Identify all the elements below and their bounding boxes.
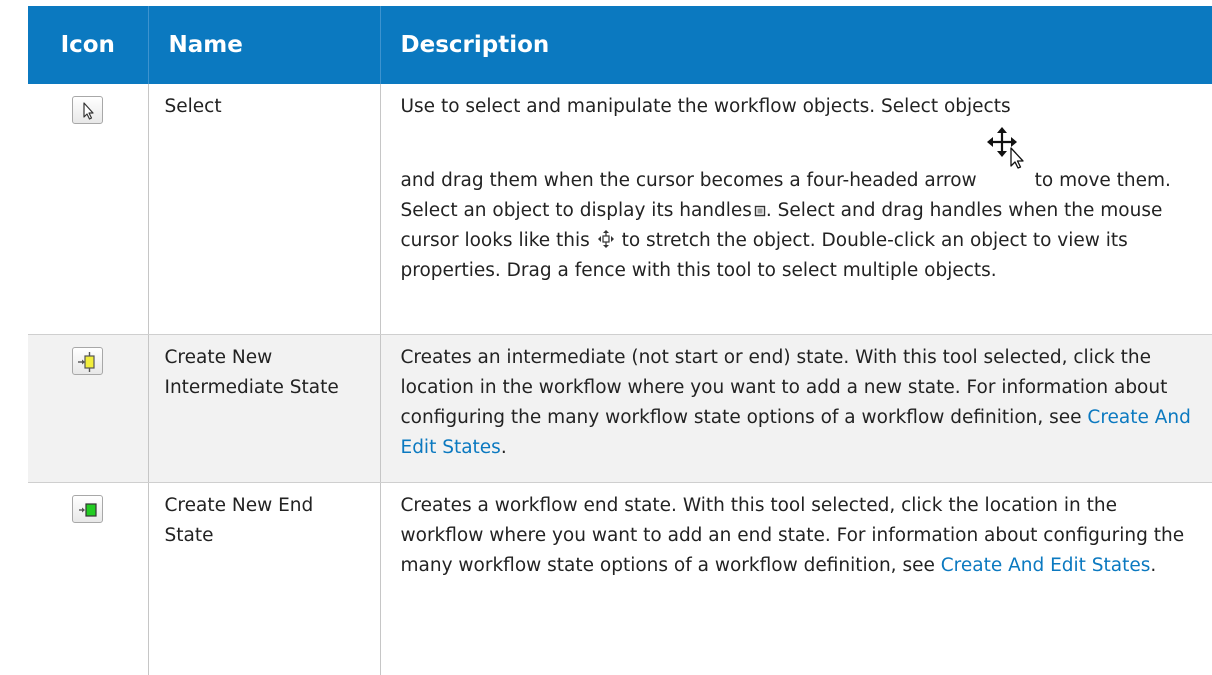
- intermediate-state-icon[interactable]: [72, 347, 103, 375]
- description-cell: Use to select and manipulate the workflo…: [380, 84, 1212, 335]
- end-state-icon[interactable]: [72, 495, 103, 523]
- handle-square-icon: [754, 197, 766, 209]
- table-row: Create New End State Creates a workflow …: [28, 483, 1212, 675]
- description-text: and drag them when the cursor becomes a …: [401, 170, 977, 191]
- create-and-edit-states-link[interactable]: Create And Edit States: [941, 555, 1151, 576]
- icon-cell: [28, 335, 148, 483]
- four-headed-arrow-cursor-icon: [985, 126, 1031, 172]
- tools-table: Icon Name Description Select Use to sele…: [28, 6, 1212, 675]
- description-cell: Creates a workflow end state. With this …: [380, 483, 1212, 675]
- icon-cell: [28, 84, 148, 335]
- name-cell: Select: [148, 84, 380, 335]
- description-text: Use to select and manipulate the workflo…: [401, 96, 1011, 117]
- table-row: Select Use to select and manipulate the …: [28, 84, 1212, 335]
- select-arrow-icon[interactable]: [72, 96, 103, 124]
- table-header-row: Icon Name Description: [28, 6, 1212, 84]
- tools-table-container: Icon Name Description Select Use to sele…: [28, 6, 1212, 660]
- stretch-cursor-icon: [598, 228, 614, 246]
- header-description: Description: [380, 6, 1212, 84]
- header-icon: Icon: [28, 6, 148, 84]
- description-period: .: [501, 437, 507, 458]
- name-cell: Create New Intermediate State: [148, 335, 380, 483]
- name-cell: Create New End State: [148, 483, 380, 675]
- header-name: Name: [148, 6, 380, 84]
- icon-cell: [28, 483, 148, 675]
- description-text: Creates an intermediate (not start or en…: [401, 347, 1168, 428]
- table-row: Create New Intermediate State Creates an…: [28, 335, 1212, 483]
- description-period: .: [1150, 555, 1156, 576]
- description-cell: Creates an intermediate (not start or en…: [380, 335, 1212, 483]
